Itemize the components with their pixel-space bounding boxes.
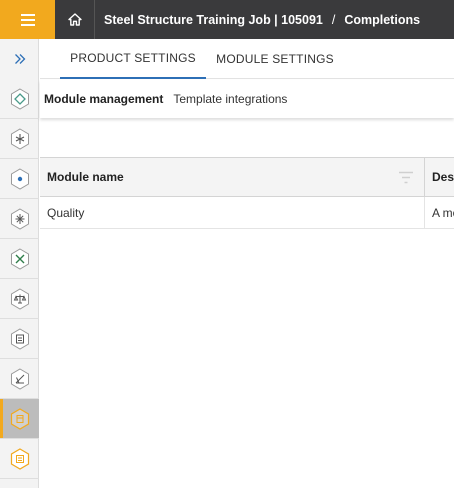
hamburger-icon <box>20 13 35 26</box>
module-hex-icon-2 <box>10 127 29 150</box>
sidebar-module-6[interactable] <box>0 279 39 319</box>
sidebar-module-7[interactable] <box>0 319 39 359</box>
module-hex-icon-9 <box>10 407 29 430</box>
module-hex-icon-10 <box>10 447 29 470</box>
menu-button[interactable] <box>0 0 55 39</box>
modules-table: Module name Description Quality A module <box>40 157 454 229</box>
breadcrumb: Steel Structure Training Job | 105091 / … <box>95 13 420 27</box>
top-bar: Steel Structure Training Job | 105091 / … <box>0 0 454 39</box>
cell-description: A module <box>432 205 454 220</box>
column-header-description[interactable]: Description <box>425 158 454 196</box>
sidebar <box>0 39 39 488</box>
module-hex-icon-5 <box>10 247 29 270</box>
module-hex-icon-7 <box>10 327 29 350</box>
subnav-template-integrations[interactable]: Template integrations <box>163 92 287 106</box>
breadcrumb-project[interactable]: Steel Structure Training Job | 105091 <box>104 13 323 27</box>
tab-product-settings[interactable]: PRODUCT SETTINGS <box>60 39 206 79</box>
subnav-module-management[interactable]: Module management <box>40 92 163 106</box>
sidebar-module-5[interactable] <box>0 239 39 279</box>
table-row[interactable]: Quality A module <box>40 197 454 229</box>
breadcrumb-separator: / <box>331 12 336 27</box>
home-icon <box>67 13 82 26</box>
sub-navigation: Module management Template integrations <box>40 80 454 118</box>
module-hex-icon-1 <box>10 87 29 110</box>
settings-tabs: PRODUCT SETTINGS MODULE SETTINGS <box>40 39 454 79</box>
sidebar-module-10[interactable] <box>0 439 39 479</box>
column-header-label: Module name <box>47 170 124 184</box>
sidebar-module-4[interactable] <box>0 199 39 239</box>
module-hex-icon-6 <box>10 287 29 310</box>
home-button[interactable] <box>55 0 95 39</box>
tab-module-settings[interactable]: MODULE SETTINGS <box>212 39 338 79</box>
module-hex-icon-4 <box>10 207 29 230</box>
module-hex-icon-8 <box>10 367 29 390</box>
sidebar-module-2[interactable] <box>0 119 39 159</box>
sidebar-module-1[interactable] <box>0 79 39 119</box>
module-hex-icon-3 <box>10 167 29 190</box>
double-chevron-right-icon <box>14 54 25 64</box>
cell-module-name: Quality <box>40 197 425 228</box>
sidebar-expand-button[interactable] <box>0 39 39 79</box>
sidebar-module-9[interactable] <box>0 399 39 439</box>
sidebar-module-8[interactable] <box>0 359 39 399</box>
sidebar-module-3[interactable] <box>0 159 39 199</box>
filter-icon[interactable] <box>398 171 414 184</box>
column-header-module-name[interactable]: Module name <box>40 158 425 196</box>
breadcrumb-page: Completions <box>344 12 421 27</box>
table-header: Module name Description <box>40 157 454 197</box>
